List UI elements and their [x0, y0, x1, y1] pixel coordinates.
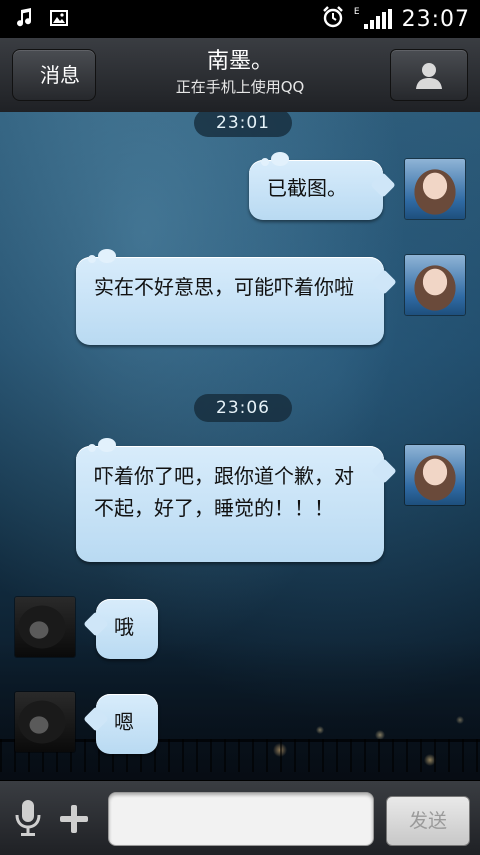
image-icon	[50, 10, 68, 30]
status-bar: E 23:07	[0, 0, 480, 38]
plus-icon[interactable]	[58, 803, 90, 839]
bubble-decoration	[88, 444, 96, 452]
message-text: 嗯	[114, 710, 134, 734]
bubble-decoration	[98, 249, 116, 263]
alarm-icon	[322, 6, 344, 32]
microphone-icon[interactable]	[14, 799, 42, 841]
person-icon	[416, 63, 442, 89]
back-button-label: 消息	[40, 63, 80, 87]
timestamp: 23:06	[194, 394, 292, 422]
bubble-decoration	[98, 438, 116, 452]
message-input[interactable]	[108, 792, 374, 846]
input-bar: 发送	[0, 780, 480, 855]
message-bubble-sent[interactable]: 实在不好意思，可能吓着你啦	[76, 249, 384, 345]
status-time: 23:07	[401, 6, 470, 32]
timestamp: 23:01	[194, 112, 292, 137]
avatar-contact[interactable]	[15, 597, 75, 657]
message-bubble-sent[interactable]: 吓着你了吧，跟你道个歉，对不起，好了，睡觉的！！！	[76, 438, 384, 562]
message-text: 吓着你了吧，跟你道个歉，对不起，好了，睡觉的！！！	[94, 464, 354, 520]
message-text: 已截图。	[267, 176, 347, 200]
contact-status: 正在手机上使用QQ	[175, 78, 305, 96]
message-text: 实在不好意思，可能吓着你啦	[94, 275, 354, 299]
message-bubble-received[interactable]: 嗯	[96, 694, 158, 754]
profile-button[interactable]	[390, 49, 468, 101]
signal-icon	[363, 9, 392, 29]
contact-name: 南墨。	[206, 49, 273, 74]
chat-area[interactable]: 23:01 已截图。 实在不好意思，可能吓着你啦 23:06 吓着你了吧，跟你道…	[0, 112, 480, 780]
back-button[interactable]: 消息	[12, 49, 96, 101]
bubble-decoration	[261, 158, 269, 166]
avatar-me[interactable]	[405, 445, 465, 505]
message-bubble-sent[interactable]: 已截图。	[249, 152, 383, 220]
message-text: 哦	[114, 615, 134, 639]
avatar-me[interactable]	[405, 255, 465, 315]
avatar-contact[interactable]	[15, 692, 75, 752]
bubble-decoration	[271, 152, 289, 166]
music-icon	[14, 8, 34, 32]
chat-header: 消息 南墨。 正在手机上使用QQ	[0, 38, 480, 113]
message-bubble-received[interactable]: 哦	[96, 599, 158, 659]
avatar-me[interactable]	[405, 159, 465, 219]
chat-title-block: 南墨。 正在手机上使用QQ	[110, 48, 370, 98]
bubble-decoration	[88, 255, 96, 263]
send-button[interactable]: 发送	[386, 796, 470, 846]
network-type: E	[353, 7, 360, 17]
